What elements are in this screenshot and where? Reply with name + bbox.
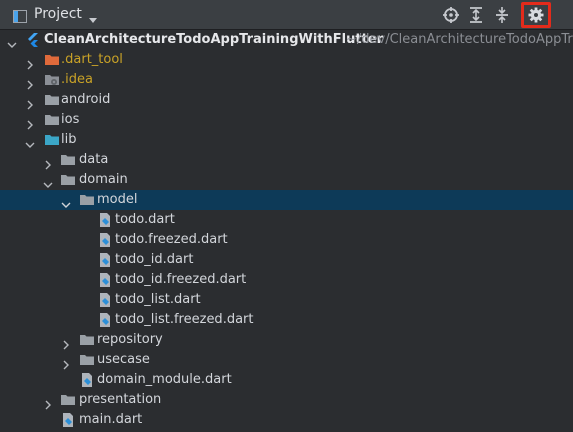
tree-item-label: data xyxy=(79,152,109,167)
tree-row-model[interactable]: model xyxy=(0,190,573,210)
chevron-right-icon[interactable] xyxy=(25,75,35,90)
tree-item-label: domain_module.dart xyxy=(97,372,232,387)
tree-item-label: model xyxy=(97,192,138,207)
config-folder-icon xyxy=(44,72,60,88)
tree-row-lib[interactable]: lib xyxy=(0,130,573,150)
chevron-down-icon[interactable] xyxy=(88,10,98,29)
chevron-right-icon[interactable] xyxy=(61,335,71,350)
tree-item-label: ios xyxy=(61,112,80,127)
excluded-folder-icon xyxy=(44,52,60,68)
tree-item-label: android xyxy=(61,92,111,107)
tree-row-idea[interactable]: .idea xyxy=(0,70,573,90)
chevron-down-icon[interactable] xyxy=(43,175,53,188)
tree-item-label: todo_id.dart xyxy=(115,252,194,267)
project-tool-window: Project CleanArchitectureTodoAppTraining… xyxy=(0,0,573,431)
expand-all-icon[interactable] xyxy=(466,5,486,25)
tree-item-label: .idea xyxy=(61,72,93,87)
tree-row-presentation[interactable]: presentation xyxy=(0,390,573,410)
chevron-down-icon[interactable] xyxy=(7,35,17,48)
flutter-icon xyxy=(25,32,41,48)
project-view-icon xyxy=(13,8,27,23)
tree-row-root[interactable]: CleanArchitectureTodoAppTrainingWithFlut… xyxy=(0,30,573,50)
tree-row-todo-freezed[interactable]: todo.freezed.dart xyxy=(0,230,573,250)
dart-file-icon xyxy=(97,292,113,308)
tree-row-domain[interactable]: domain xyxy=(0,170,573,190)
tree-item-label: presentation xyxy=(79,392,162,407)
tree-row-dart-tool[interactable]: .dart_tool xyxy=(0,50,573,70)
collapse-all-icon[interactable] xyxy=(492,5,512,25)
dart-file-icon xyxy=(97,272,113,288)
tree-row-main-dart[interactable]: main.dart xyxy=(0,410,573,430)
chevron-right-icon[interactable] xyxy=(25,115,35,130)
tree-item-label: lib xyxy=(61,132,77,147)
tree-item-label: main.dart xyxy=(79,412,143,427)
tree-row-todo-id-freezed[interactable]: todo_id.freezed.dart xyxy=(0,270,573,290)
dart-file-icon xyxy=(97,312,113,328)
project-view-title[interactable]: Project xyxy=(34,6,82,22)
folder-icon xyxy=(44,92,60,108)
tree-row-todo-id[interactable]: todo_id.dart xyxy=(0,250,573,270)
chevron-down-icon[interactable] xyxy=(25,135,35,148)
project-root-name: CleanArchitectureTodoAppTrainingWithFlut… xyxy=(44,32,384,47)
chevron-right-icon[interactable] xyxy=(25,95,35,110)
tree-row-android[interactable]: android xyxy=(0,90,573,110)
folder-icon xyxy=(60,172,76,188)
tree-item-label: todo_list.dart xyxy=(115,292,201,307)
tree-item-label: .dart_tool xyxy=(61,52,123,67)
dart-file-icon xyxy=(97,252,113,268)
project-header: Project xyxy=(0,0,573,30)
tree-row-domain-module[interactable]: domain_module.dart xyxy=(0,370,573,390)
chevron-right-icon[interactable] xyxy=(43,395,53,410)
tree-item-label: todo.dart xyxy=(115,212,175,227)
dart-file-icon xyxy=(97,232,113,248)
tree-row-repository[interactable]: repository xyxy=(0,330,573,350)
folder-icon xyxy=(79,192,95,208)
tree-row-usecase[interactable]: usecase xyxy=(0,350,573,370)
tree-item-label: usecase xyxy=(97,352,150,367)
folder-icon xyxy=(44,112,60,128)
folder-icon xyxy=(60,152,76,168)
locate-icon[interactable] xyxy=(441,5,461,25)
chevron-right-icon[interactable] xyxy=(25,55,35,70)
chevron-down-icon[interactable] xyxy=(61,195,71,208)
tree-item-label: repository xyxy=(97,332,163,347)
chevron-right-icon[interactable] xyxy=(61,355,71,370)
dart-file-icon xyxy=(97,212,113,228)
folder-icon xyxy=(79,352,95,368)
project-root-path: ~/dev/CleanArchitectureTodoAppTraini xyxy=(346,32,573,47)
tree-item-label: todo.freezed.dart xyxy=(115,232,228,247)
tree-row-todo-list[interactable]: todo_list.dart xyxy=(0,290,573,310)
source-folder-icon xyxy=(44,132,60,148)
tree-row-todo-dart[interactable]: todo.dart xyxy=(0,210,573,230)
folder-icon xyxy=(60,392,76,408)
tree-row-data[interactable]: data xyxy=(0,150,573,170)
tree-item-label: todo_list.freezed.dart xyxy=(115,312,254,327)
tree-row-todo-list-freezed[interactable]: todo_list.freezed.dart xyxy=(0,310,573,330)
tree-item-label: domain xyxy=(79,172,128,187)
chevron-right-icon[interactable] xyxy=(43,155,53,170)
tree-item-label: todo_id.freezed.dart xyxy=(115,272,247,287)
folder-icon xyxy=(79,332,95,348)
dart-file-icon xyxy=(60,412,76,428)
tree-row-ios[interactable]: ios xyxy=(0,110,573,130)
gear-icon[interactable] xyxy=(526,5,546,25)
dart-file-icon xyxy=(79,372,95,388)
